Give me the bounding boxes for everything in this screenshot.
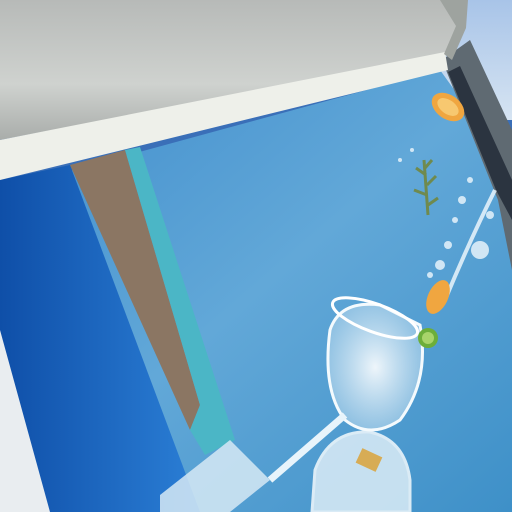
billboard-scene — [0, 0, 512, 512]
billboard-photo — [0, 0, 512, 512]
lime-icon — [418, 328, 438, 348]
